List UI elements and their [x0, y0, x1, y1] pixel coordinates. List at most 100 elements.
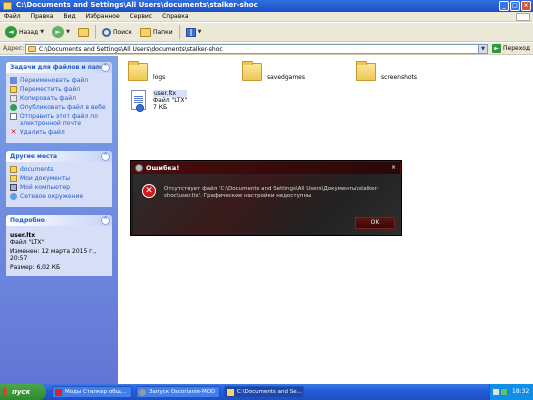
menu-bar: Файл Правка Вид Избранное Сервис Справка	[0, 12, 533, 22]
computer-icon	[10, 184, 17, 191]
file-name: user.ltx	[153, 90, 188, 97]
taskbar-item-browser[interactable]: Моды Сталкер общ...	[52, 386, 132, 398]
address-bar: Адрес: C:\Documents and Settings\All Use…	[0, 43, 533, 55]
place-documents[interactable]: documents	[10, 166, 108, 173]
folders-button[interactable]: Папки	[138, 25, 175, 40]
folder-icon	[356, 61, 376, 81]
windows-flag-icon	[3, 388, 10, 395]
search-icon	[101, 27, 111, 37]
folder-item-screenshots[interactable]: screenshots	[356, 61, 426, 93]
collapse-icon[interactable]: ^	[101, 63, 110, 72]
tasks-panel-header[interactable]: Задачи для файлов и папок ^	[6, 62, 112, 73]
task-publish-web[interactable]: Опубликовать файл в вебе	[10, 104, 108, 111]
toolbar: ◄ Назад ▼ ► ▼ Поиск Папки ▼	[0, 23, 533, 42]
clock[interactable]: 18:32	[512, 388, 529, 395]
menu-edit[interactable]: Правка	[31, 13, 54, 20]
maximize-button[interactable]: □	[510, 1, 520, 11]
copy-icon	[10, 95, 17, 102]
task-label: Опубликовать файл в вебе	[20, 104, 106, 111]
details-panel-header[interactable]: Подробно ^	[6, 215, 112, 226]
window-titlebar[interactable]: C:\Documents and Settings\All Users\docu…	[0, 0, 533, 12]
task-rename-file[interactable]: Переименовать файл	[10, 77, 108, 84]
task-pane: Задачи для файлов и папок ^ Переименоват…	[0, 56, 118, 384]
tasks-panel: Задачи для файлов и папок ^ Переименоват…	[6, 62, 112, 143]
taskbar-item-label: C:\Documents and Se...	[237, 389, 302, 395]
file-type: Файл "LTX"	[153, 97, 188, 104]
radiation-icon	[139, 389, 146, 396]
taskbar-item-label: Запуск Oscorianie-MOD	[149, 389, 216, 395]
back-label: Назад	[19, 28, 39, 36]
places-panel-title: Другие места	[10, 153, 58, 160]
search-button[interactable]: Поиск	[100, 25, 134, 40]
folder-item-savedgames[interactable]: savedgames	[242, 61, 312, 93]
collapse-icon[interactable]: ^	[101, 152, 110, 161]
address-label: Адрес:	[3, 45, 25, 52]
close-button[interactable]: ×	[521, 1, 531, 11]
collapse-icon[interactable]: ^	[101, 216, 110, 225]
start-button[interactable]: пуск	[0, 384, 46, 400]
chevron-down-icon: ▼	[66, 29, 70, 35]
details-panel: Подробно ^ user.ltx Файл "LTX" Изменен: …	[6, 215, 112, 276]
error-dialog: Ошибка! × ✕ Отсутствует файл 'C:\Documen…	[131, 161, 401, 235]
dialog-titlebar[interactable]: Ошибка! ×	[132, 162, 400, 174]
minimize-button[interactable]: _	[499, 1, 509, 11]
go-label: Переход	[503, 45, 531, 52]
taskbar-item-label: Моды Сталкер общ...	[65, 389, 127, 395]
tray-icon[interactable]	[493, 389, 499, 395]
address-value: C:\Documents and Settings\All Users\docu…	[39, 45, 223, 53]
tray-icon[interactable]	[501, 389, 507, 395]
window-title: C:\Documents and Settings\All Users\docu…	[16, 1, 258, 9]
folder-item-logs[interactable]: logs	[128, 61, 198, 93]
menu-view[interactable]: Вид	[63, 13, 75, 20]
dialog-close-icon[interactable]: ×	[390, 164, 397, 171]
config-file-icon	[131, 90, 146, 112]
file-item-user-ltx[interactable]: user.ltx Файл "LTX" 7 КБ	[131, 90, 201, 120]
address-dropdown-button[interactable]: ▼	[478, 45, 487, 53]
place-my-documents[interactable]: Мои документы	[10, 175, 108, 182]
menu-favorites[interactable]: Избранное	[86, 13, 120, 20]
places-panel: Другие места ^ documents Мои документы М…	[6, 151, 112, 207]
place-my-computer[interactable]: Мой компьютер	[10, 184, 108, 191]
up-button[interactable]	[76, 25, 91, 40]
ok-button[interactable]: OK	[355, 217, 395, 229]
details-file-type: Файл "LTX"	[10, 239, 45, 246]
file-size: 7 КБ	[153, 104, 168, 111]
places-panel-header[interactable]: Другие места ^	[6, 151, 112, 162]
toolbar-separator	[94, 25, 96, 39]
move-icon	[10, 86, 17, 93]
place-network[interactable]: Сетевое окружение	[10, 193, 108, 200]
go-button[interactable]: ► Переход	[492, 44, 530, 53]
back-button[interactable]: ◄ Назад ▼	[3, 25, 46, 40]
tasks-panel-title: Задачи для файлов и папок	[10, 64, 109, 71]
rename-icon	[10, 77, 17, 84]
taskbar-item-explorer[interactable]: C:\Documents and Se...	[224, 386, 304, 398]
my-documents-icon	[10, 175, 17, 182]
radiation-icon	[135, 164, 143, 172]
folder-icon	[227, 389, 234, 396]
address-field[interactable]: C:\Documents and Settings\All Users\docu…	[25, 44, 488, 54]
forward-button[interactable]: ► ▼	[50, 25, 72, 40]
go-arrow-icon: ►	[492, 44, 501, 53]
mail-icon	[10, 113, 17, 120]
task-copy-file[interactable]: Копировать файл	[10, 95, 108, 102]
back-arrow-icon: ◄	[5, 26, 17, 38]
start-label: пуск	[12, 388, 31, 396]
error-icon: ✕	[142, 184, 156, 198]
details-panel-title: Подробно	[10, 217, 45, 224]
place-label: Сетевое окружение	[20, 193, 84, 200]
folder-label: screenshots	[381, 74, 418, 81]
views-icon	[185, 27, 196, 37]
chevron-down-icon: ▼	[40, 29, 45, 35]
menu-tools[interactable]: Сервис	[130, 13, 152, 20]
folder-up-icon	[77, 27, 89, 37]
task-email-file[interactable]: Отправить этот файл по электронной почте	[10, 113, 108, 127]
task-delete-file[interactable]: ✕ Удалить файл	[10, 129, 108, 137]
windows-logo-icon	[516, 13, 530, 21]
task-move-file[interactable]: Переместить файл	[10, 86, 108, 93]
menu-help[interactable]: Справка	[162, 13, 188, 20]
menu-file[interactable]: Файл	[4, 13, 21, 20]
globe-icon	[10, 104, 17, 111]
folder-icon	[3, 2, 12, 10]
views-button[interactable]: ▼	[184, 25, 204, 40]
taskbar-item-launcher[interactable]: Запуск Oscorianie-MOD	[136, 386, 220, 398]
